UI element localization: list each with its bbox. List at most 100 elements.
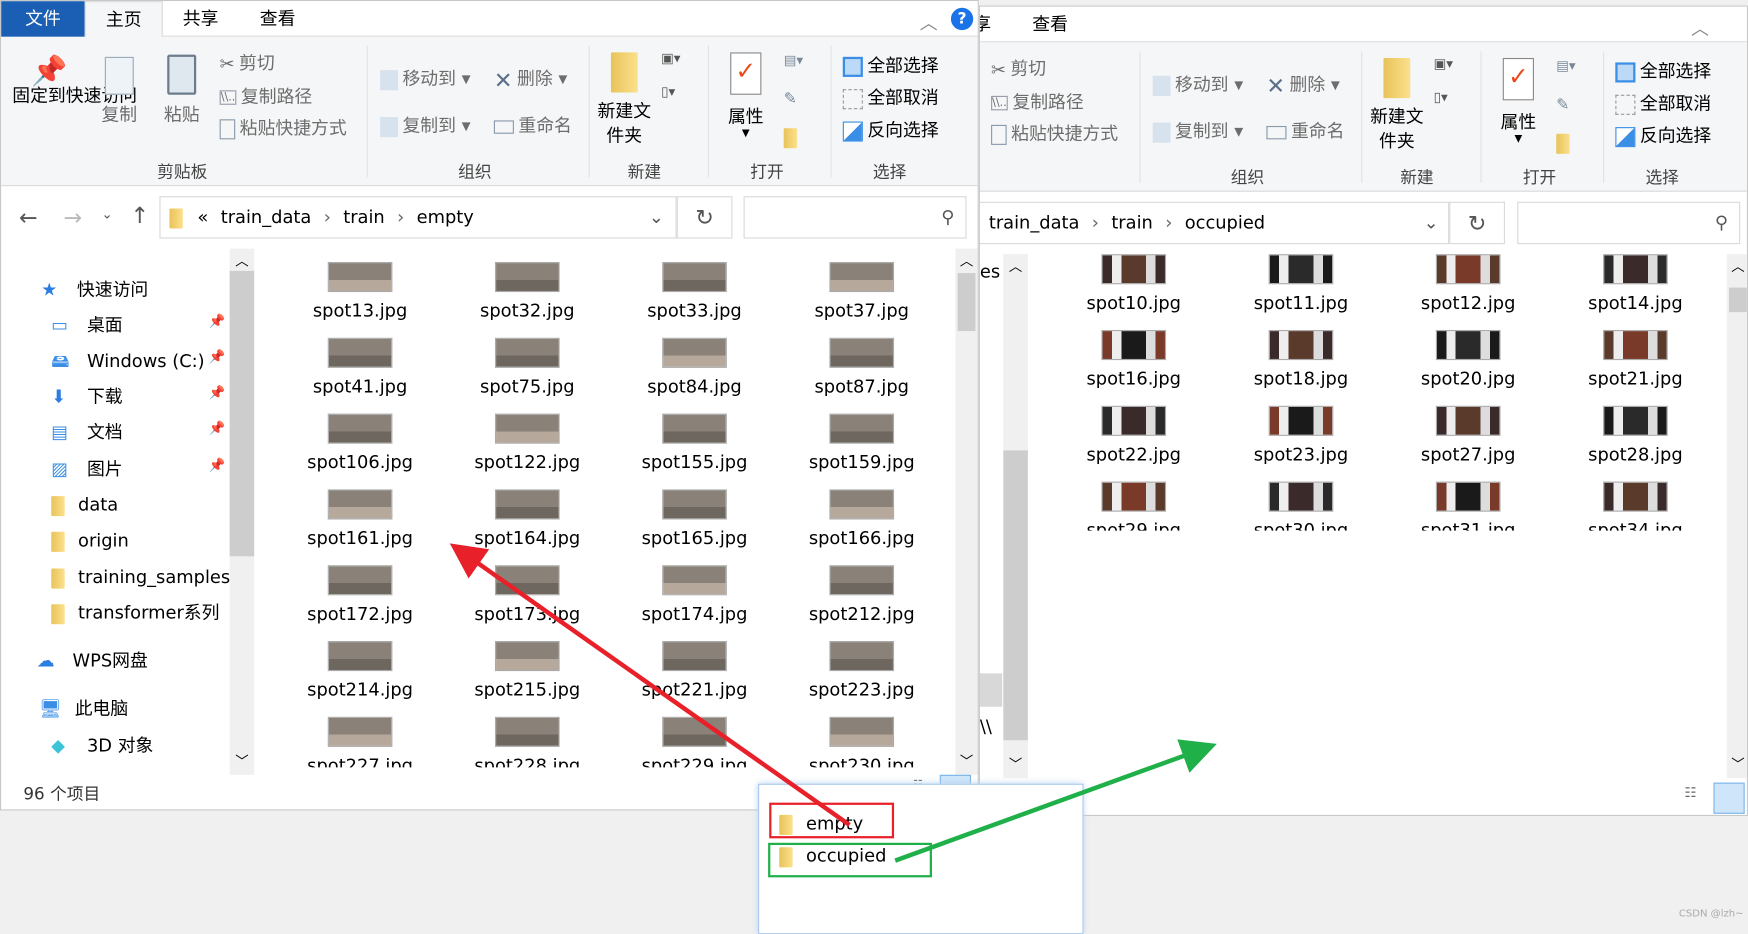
collapse-ribbon-icon[interactable]: ︿ [920, 8, 938, 35]
file-item[interactable]: spot10.jpg [1056, 254, 1212, 323]
file-item[interactable]: spot174.jpg [616, 565, 772, 634]
tab-file[interactable]: 文件 [1, 1, 85, 37]
file-item[interactable]: spot28.jpg [1557, 405, 1713, 475]
tab-share[interactable]: 共享 [163, 1, 239, 37]
file-item[interactable]: spot166.jpg [784, 489, 940, 558]
forward-button[interactable]: → [64, 204, 83, 231]
file-item[interactable]: spot11.jpg [1223, 254, 1379, 323]
file-item[interactable]: spot214.jpg [282, 641, 438, 710]
paste-shortcut-button[interactable]: 粘贴快捷方式 [219, 113, 347, 140]
file-item[interactable]: spot87.jpg [784, 337, 940, 407]
pin-icon[interactable]: 📌 [208, 313, 225, 329]
cut-button[interactable]: ✂ 剪切 [220, 48, 275, 74]
nav-item-3d-objects[interactable]: ◆ 3D 对象 [51, 731, 153, 760]
tab-view[interactable]: 查看 [239, 1, 317, 37]
file-item[interactable]: spot32.jpg [449, 261, 605, 331]
recent-locations-button[interactable]: ⌄ [101, 206, 112, 222]
file-scrollbar-thumb[interactable] [1729, 287, 1747, 313]
file-item[interactable]: spot228.jpg [449, 716, 605, 786]
file-item[interactable]: spot23.jpg [1223, 405, 1379, 475]
nav-item-0[interactable]: ▭ 桌面 [51, 311, 122, 340]
refresh-button[interactable]: ↻ [676, 196, 733, 239]
file-item[interactable]: spot159.jpg [784, 413, 940, 483]
file-item[interactable]: spot161.jpg [282, 489, 438, 558]
folder-item-empty[interactable]: empty [779, 813, 863, 835]
nav-item-quick-access[interactable]: ★ 快速访问 [41, 275, 148, 304]
file-item[interactable]: spot22.jpg [1056, 405, 1212, 475]
search-input[interactable]: ⚲ [743, 196, 967, 239]
file-item[interactable]: spot172.jpg [282, 565, 438, 634]
file-item[interactable]: spot12.jpg [1390, 254, 1546, 323]
help-icon[interactable]: ? [950, 7, 974, 31]
file-scrollbar[interactable]: ︿ ﹀ [1726, 254, 1747, 779]
file-item[interactable]: spot21.jpg [1557, 329, 1713, 399]
pin-quick-access-button[interactable]: 📌 固定到快速访问 [12, 57, 137, 108]
open-icon[interactable]: ▤▾ [784, 52, 803, 68]
large-icons-view-icon[interactable] [1713, 782, 1745, 814]
file-item[interactable]: spot230.jpg [784, 716, 940, 786]
address-dropdown-icon[interactable]: ⌄ [649, 197, 664, 237]
invert-selection-button[interactable]: 反向选择 [842, 115, 939, 142]
nav-item-wps[interactable]: ☁ WPS网盘 [37, 647, 148, 676]
nav-item-partial[interactable]: \\ [980, 716, 992, 737]
pin-icon[interactable]: 📌 [208, 457, 225, 473]
rename-button[interactable]: 重命名 [493, 110, 572, 137]
delete-button[interactable]: ✕ 删除 ▾ [494, 64, 567, 93]
history-icon[interactable] [783, 126, 798, 148]
new-folder-button[interactable]: 新建文件夹 [596, 52, 652, 148]
file-item[interactable]: spot84.jpg [616, 337, 772, 407]
breadcrumb-overflow[interactable]: « [197, 206, 208, 227]
file-item[interactable]: spot20.jpg [1390, 329, 1546, 399]
paste-button[interactable]: 粘贴 [159, 54, 204, 126]
file-item[interactable]: spot106.jpg [282, 413, 438, 483]
nav-item-1[interactable]: 🖴 Windows (C:) [51, 347, 204, 376]
file-item[interactable]: spot14.jpg [1557, 254, 1713, 323]
address-bar[interactable]: « train_data › train › empty ⌄ [159, 196, 677, 239]
pin-icon[interactable]: 📌 [208, 385, 225, 401]
nav-scrollbar[interactable]: ︿ ﹀ [229, 248, 255, 775]
nav-item-4[interactable]: ▨ 图片 [51, 455, 122, 484]
file-item[interactable]: spot18.jpg [1223, 329, 1379, 399]
file-item[interactable]: spot29.jpg [1056, 481, 1212, 531]
file-item[interactable]: spot164.jpg [449, 489, 605, 558]
up-button[interactable]: ↑ [130, 202, 149, 229]
select-none-button[interactable]: 全部取消 [842, 82, 939, 109]
nav-item-3[interactable]: ▤ 文档 [51, 418, 122, 447]
file-item[interactable]: spot215.jpg [449, 641, 605, 710]
file-scrollbar[interactable]: ︿ ﹀ [955, 248, 978, 775]
file-item[interactable]: spot13.jpg [282, 261, 438, 331]
nav-item-8[interactable]: transformer系列 [51, 599, 219, 628]
nav-item-this-pc[interactable]: 🖥 此电脑 [39, 695, 128, 724]
file-item[interactable]: spot31.jpg [1390, 481, 1546, 531]
details-view-icon[interactable]: ☷ [1684, 785, 1696, 801]
file-item[interactable]: spot221.jpg [616, 641, 772, 710]
select-all-button[interactable]: 全部选择 [842, 50, 939, 77]
file-item[interactable]: spot34.jpg [1557, 481, 1713, 531]
file-item[interactable]: spot41.jpg [282, 337, 438, 407]
copy-path-button[interactable]: \\.. 复制路径 [219, 81, 312, 108]
nav-item-7[interactable]: training_samples [51, 563, 230, 592]
pin-icon[interactable]: 📌 [208, 349, 225, 365]
new-item-icon[interactable]: ▣▾ [661, 50, 680, 66]
nav-item-5[interactable]: data [51, 491, 118, 520]
edit-icon[interactable]: ✎ [784, 90, 797, 108]
easy-access-icon[interactable]: ▯▾ [661, 84, 675, 100]
file-item[interactable]: spot155.jpg [616, 413, 772, 483]
breadcrumb-empty[interactable]: empty [417, 206, 474, 227]
nav-scrollbar-thumb[interactable] [229, 270, 255, 557]
back-button[interactable]: ← [19, 204, 38, 231]
properties-button[interactable]: ✓ 属性 ▼ [726, 52, 766, 139]
file-item[interactable]: spot30.jpg [1223, 481, 1379, 531]
file-item[interactable]: spot122.jpg [449, 413, 605, 483]
file-item[interactable]: spot223.jpg [784, 641, 940, 710]
file-item[interactable]: spot165.jpg [616, 489, 772, 558]
breadcrumb-train-data[interactable]: train_data [221, 206, 312, 227]
nav-item-2[interactable]: ⬇ 下载 [51, 382, 122, 411]
file-scrollbar-thumb[interactable] [957, 273, 976, 332]
file-item[interactable]: spot75.jpg [449, 337, 605, 407]
copy-button[interactable]: 复制 [99, 56, 139, 126]
file-item[interactable]: spot33.jpg [616, 261, 772, 331]
breadcrumb-train[interactable]: train [343, 206, 385, 227]
file-item[interactable]: spot229.jpg [616, 716, 772, 786]
file-item[interactable]: spot173.jpg [449, 565, 605, 634]
